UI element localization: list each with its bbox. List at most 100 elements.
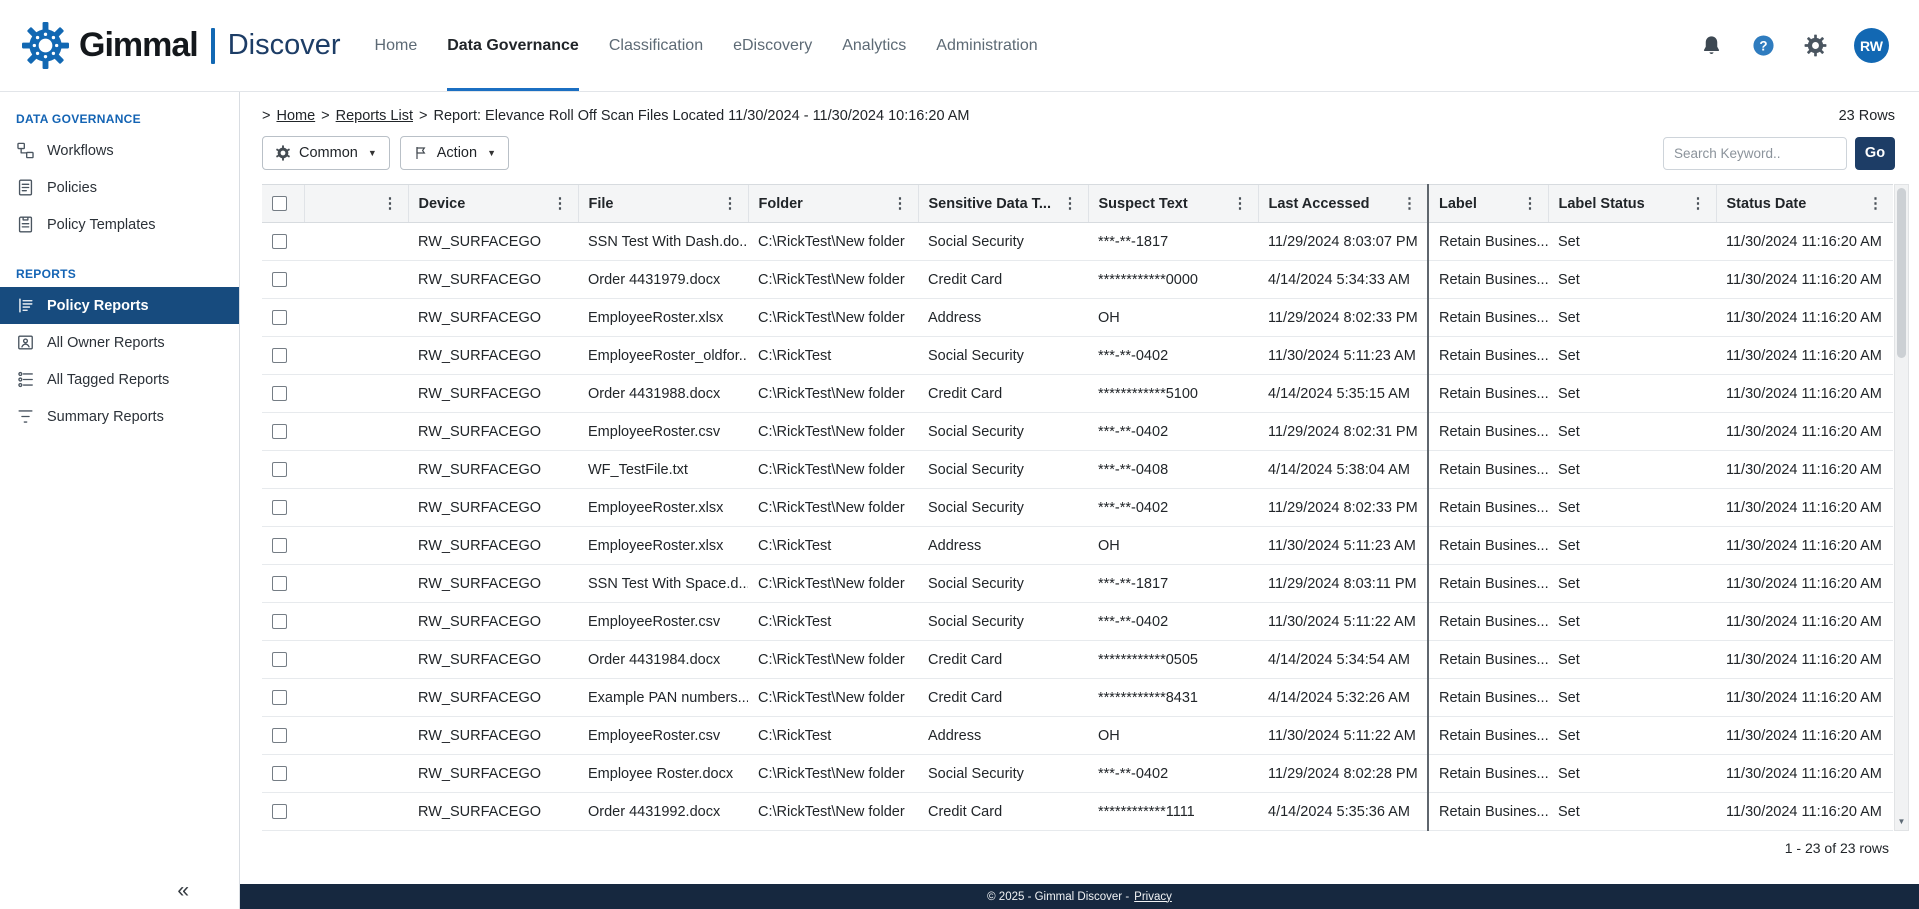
nav-classification[interactable]: Classification: [609, 0, 703, 91]
scrollbar-thumb[interactable]: [1897, 188, 1906, 358]
svg-text:?: ?: [1759, 38, 1767, 53]
column-header-folder: Folder⋮: [748, 185, 918, 223]
cell-suspect-text: ************0000: [1088, 261, 1258, 299]
cell-file: EmployeeRoster.csv: [578, 413, 748, 451]
row-checkbox[interactable]: [272, 728, 287, 743]
cell-device: RW_SURFACEGO: [408, 603, 578, 641]
row-checkbox[interactable]: [272, 576, 287, 591]
nav-administration[interactable]: Administration: [936, 0, 1037, 91]
help-icon[interactable]: ?: [1750, 33, 1776, 59]
nav-home[interactable]: Home: [375, 0, 418, 91]
sidebar-item-all-owner-reports[interactable]: All Owner Reports: [0, 324, 239, 361]
cell-last-accessed: 11/29/2024 8:02:31 PM: [1258, 413, 1428, 451]
row-checkbox[interactable]: [272, 652, 287, 667]
cell-device: RW_SURFACEGO: [408, 299, 578, 337]
column-menu-icon[interactable]: ⋮: [1691, 196, 1706, 211]
cell-folder: C:\RickTest\New folder: [748, 641, 918, 679]
row-checkbox[interactable]: [272, 690, 287, 705]
search-area: Go: [1663, 137, 1909, 170]
cell-last-accessed: 11/29/2024 8:02:28 PM: [1258, 755, 1428, 793]
row-checkbox[interactable]: [272, 348, 287, 363]
brand: Gimmal Discover: [22, 22, 341, 69]
sidebar-item-policies[interactable]: Policies: [0, 169, 239, 206]
breadcrumb-reports-list-link[interactable]: Reports List: [336, 108, 413, 124]
row-checkbox[interactable]: [272, 462, 287, 477]
settings-gear-icon[interactable]: [1802, 33, 1828, 59]
cell-sensitive-data-type: Social Security: [918, 337, 1088, 375]
page-footer: © 2025 - Gimmal Discover - Privacy: [240, 884, 1919, 909]
breadcrumb-home-link[interactable]: Home: [276, 108, 315, 124]
cell-suspect-text: ***-**-0402: [1088, 603, 1258, 641]
cell-device: RW_SURFACEGO: [408, 679, 578, 717]
column-menu-icon[interactable]: ⋮: [383, 196, 398, 211]
cell-file: Order 4431984.docx: [578, 641, 748, 679]
row-checkbox[interactable]: [272, 614, 287, 629]
search-input[interactable]: [1663, 137, 1847, 170]
sidebar-item-label: All Owner Reports: [47, 335, 165, 351]
column-menu-icon[interactable]: ⋮: [553, 196, 568, 211]
row-select-cell: [262, 413, 304, 451]
cell-folder: C:\RickTest\New folder: [748, 679, 918, 717]
table-scrollbar[interactable]: ▼: [1894, 184, 1909, 831]
column-header-last-accessed: Last Accessed⋮: [1258, 185, 1428, 223]
sidebar-item-label: Summary Reports: [47, 409, 164, 425]
row-checkbox[interactable]: [272, 310, 287, 325]
row-actions-cell: [304, 299, 408, 337]
cell-suspect-text: OH: [1088, 527, 1258, 565]
column-label: Label Status: [1559, 196, 1645, 212]
table-row: RW_SURFACEGO SSN Test With Space.d... C:…: [262, 565, 1893, 603]
cell-last-accessed: 4/14/2024 5:34:54 AM: [1258, 641, 1428, 679]
column-menu-icon[interactable]: ⋮: [893, 196, 908, 211]
row-checkbox[interactable]: [272, 804, 287, 819]
table-row: RW_SURFACEGO EmployeeRoster.csv C:\RickT…: [262, 413, 1893, 451]
column-menu-icon[interactable]: ⋮: [1063, 196, 1078, 211]
privacy-link[interactable]: Privacy: [1134, 891, 1172, 903]
row-checkbox[interactable]: [272, 234, 287, 249]
select-all-checkbox[interactable]: [272, 196, 287, 211]
sidebar-item-all-tagged-reports[interactable]: All Tagged Reports: [0, 361, 239, 398]
sidebar-item-policy-reports[interactable]: Policy Reports: [0, 287, 239, 324]
toolbar: Common ▼ Action ▼ Go: [262, 136, 1909, 170]
cell-device: RW_SURFACEGO: [408, 261, 578, 299]
table-row: RW_SURFACEGO EmployeeRoster.xlsx C:\Rick…: [262, 527, 1893, 565]
row-checkbox[interactable]: [272, 272, 287, 287]
scrollbar-down-arrow[interactable]: ▼: [1895, 814, 1908, 829]
row-checkbox[interactable]: [272, 500, 287, 515]
cell-label: Retain Busines...: [1428, 337, 1548, 375]
cell-status-date: 11/30/2024 11:16:20 AM: [1716, 223, 1893, 261]
cell-sensitive-data-type: Credit Card: [918, 375, 1088, 413]
sidebar-item-workflows[interactable]: Workflows: [0, 132, 239, 169]
column-menu-icon[interactable]: ⋮: [1233, 196, 1248, 211]
user-avatar[interactable]: RW: [1854, 28, 1889, 63]
sidebar-item-policy-templates[interactable]: Policy Templates: [0, 206, 239, 243]
action-dropdown-button[interactable]: Action ▼: [400, 136, 509, 170]
row-checkbox[interactable]: [272, 766, 287, 781]
table-row: RW_SURFACEGO Order 4431984.docx C:\RickT…: [262, 641, 1893, 679]
column-menu-icon[interactable]: ⋮: [723, 196, 738, 211]
nav-ediscovery[interactable]: eDiscovery: [733, 0, 812, 91]
row-checkbox[interactable]: [272, 424, 287, 439]
row-actions-cell: [304, 603, 408, 641]
cell-status-date: 11/30/2024 11:16:20 AM: [1716, 451, 1893, 489]
row-checkbox[interactable]: [272, 386, 287, 401]
sidebar-collapse-button[interactable]: «: [177, 879, 189, 903]
sidebar-item-summary-reports[interactable]: Summary Reports: [0, 398, 239, 435]
breadcrumb-separator: >: [321, 108, 329, 124]
column-menu-icon[interactable]: ⋮: [1868, 196, 1883, 211]
cell-status-date: 11/30/2024 11:16:20 AM: [1716, 755, 1893, 793]
row-select-cell: [262, 223, 304, 261]
cell-sensitive-data-type: Social Security: [918, 223, 1088, 261]
notifications-bell-icon[interactable]: [1698, 33, 1724, 59]
row-checkbox[interactable]: [272, 538, 287, 553]
go-button[interactable]: Go: [1855, 137, 1895, 170]
row-actions-cell: [304, 223, 408, 261]
cell-sensitive-data-type: Credit Card: [918, 261, 1088, 299]
cell-device: RW_SURFACEGO: [408, 337, 578, 375]
nav-analytics[interactable]: Analytics: [842, 0, 906, 91]
nav-data-governance[interactable]: Data Governance: [447, 0, 579, 91]
column-menu-icon[interactable]: ⋮: [1402, 196, 1417, 211]
column-menu-icon[interactable]: ⋮: [1523, 196, 1538, 211]
common-dropdown-button[interactable]: Common ▼: [262, 136, 390, 170]
table-body: RW_SURFACEGO SSN Test With Dash.do... C:…: [262, 223, 1893, 831]
column-label: Sensitive Data T...: [929, 196, 1052, 212]
